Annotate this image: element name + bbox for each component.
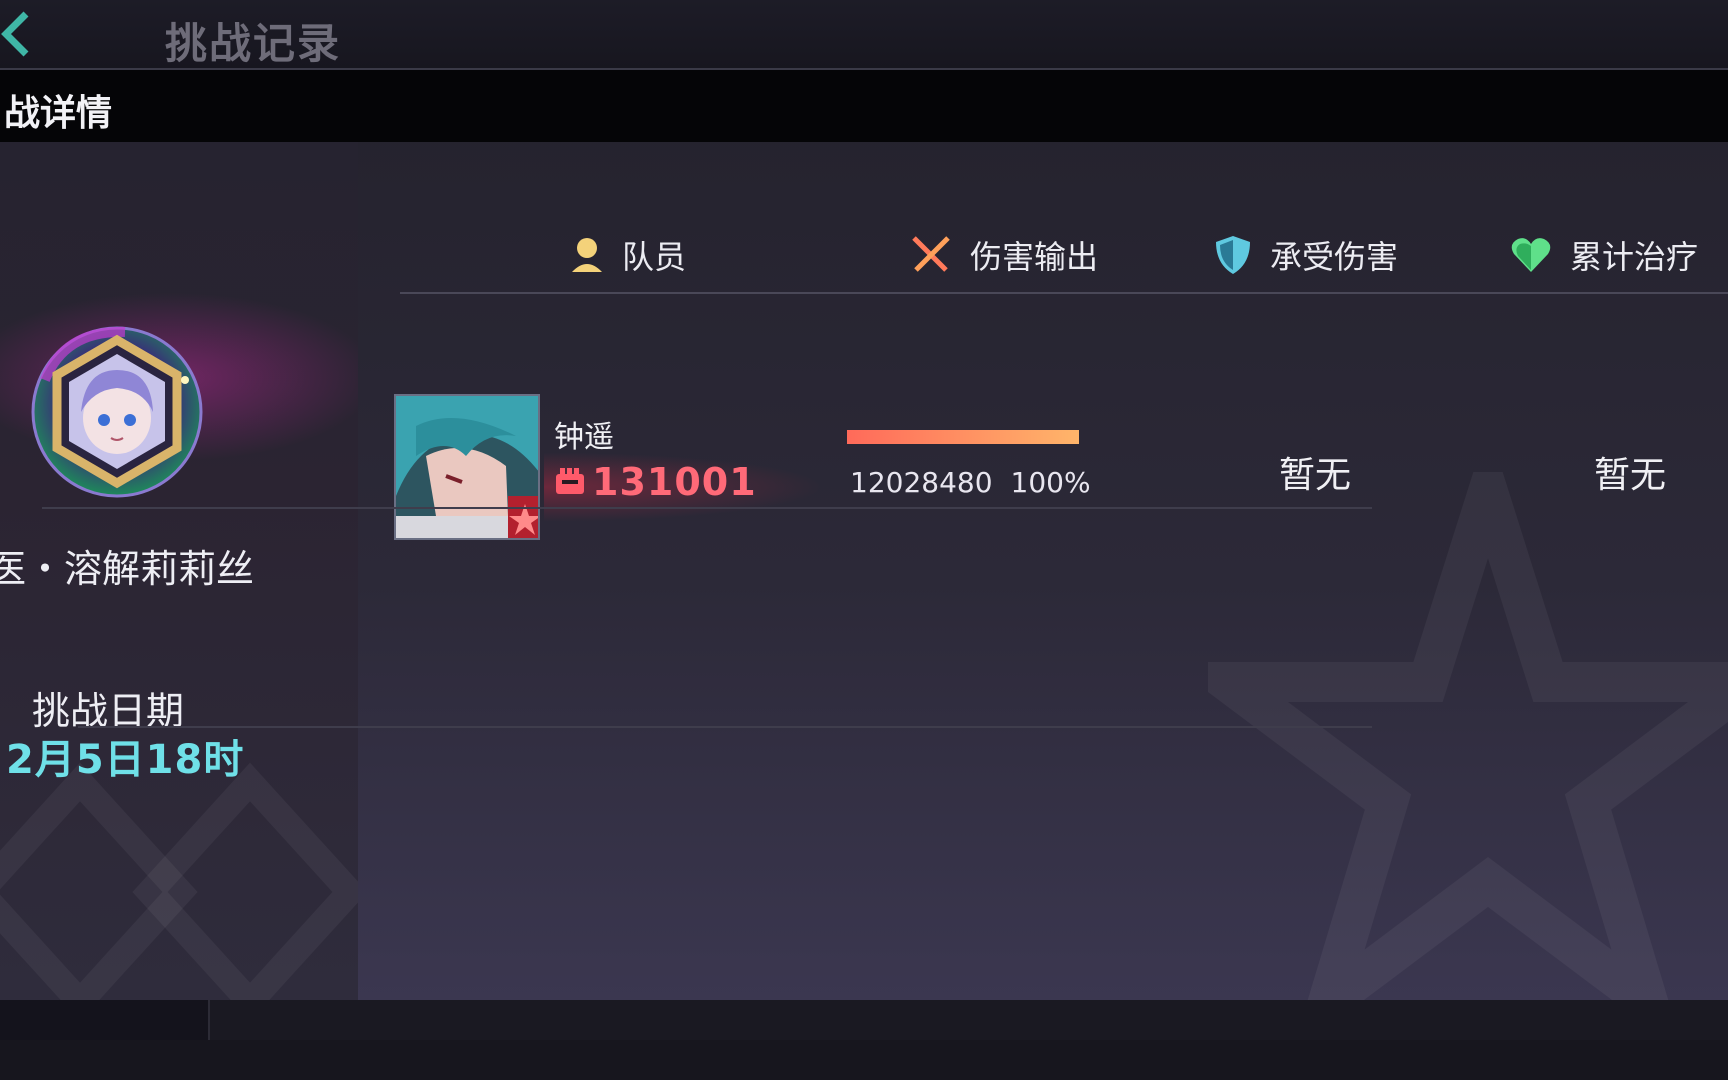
header-divider — [400, 292, 1728, 294]
damage-percent: 100% — [1010, 466, 1091, 499]
battle-detail-modal: 战详情 医・溶解莉莉丝 挑战日期 2月5日18时 队员 伤害输出 承受伤害 累计… — [0, 70, 1728, 1000]
damage-value: 12028480 — [850, 466, 993, 499]
damage-output-text: 12028480 100% — [850, 466, 1091, 499]
column-damage-label: 伤害输出 — [970, 238, 1099, 276]
crossed-swords-icon — [912, 236, 950, 272]
modal-header: 战详情 — [0, 70, 1728, 142]
member-portrait[interactable] — [394, 394, 540, 540]
damage-bar — [847, 430, 1079, 444]
back-arrow-icon[interactable] — [0, 4, 40, 64]
column-heal-label: 累计治疗 — [1570, 238, 1699, 276]
modal-title: 战详情 — [4, 93, 113, 134]
person-icon — [572, 238, 602, 272]
damage-taken-value: 暂无 — [1279, 455, 1352, 496]
column-taken: 承受伤害 — [1214, 230, 1398, 280]
background-page-title: 挑战记录 — [165, 19, 342, 68]
healing-value: 暂无 — [1594, 455, 1667, 496]
boss-name: 医・溶解莉莉丝 — [0, 547, 255, 591]
column-member: 队员 — [570, 230, 686, 280]
heart-icon — [1511, 238, 1551, 272]
column-member-label: 队员 — [622, 238, 687, 276]
column-damage: 伤害输出 — [910, 230, 1098, 280]
character-portrait-image — [396, 396, 538, 538]
row-divider — [78, 726, 1372, 728]
column-heal: 累计治疗 — [1510, 230, 1698, 280]
member-row[interactable]: 钟遥 131001 12028480 100% 暂无 暂无 — [394, 394, 1728, 544]
stats-panel: 队员 伤害输出 承受伤害 累计治疗 钟遥 131001 12028480 100… — [358, 142, 1728, 1000]
challenge-date-value: 2月5日18时 — [6, 737, 245, 783]
column-taken-label: 承受伤害 — [1270, 238, 1399, 276]
damage-bar-fill — [847, 430, 1079, 444]
row-divider — [42, 507, 1372, 509]
boss-avatar — [31, 326, 203, 498]
fist-icon — [556, 468, 584, 494]
shield-icon — [1216, 236, 1250, 274]
star-watermark — [1208, 472, 1728, 1000]
power-number: 131001 — [592, 460, 757, 504]
power-value: 131001 — [554, 460, 757, 504]
background-header: 挑战记录 — [0, 0, 1728, 71]
boss-info-panel: 医・溶解莉莉丝 挑战日期 2月5日18时 — [0, 142, 358, 1000]
background-footer — [0, 1040, 1728, 1080]
member-name: 钟遥 — [554, 420, 614, 455]
